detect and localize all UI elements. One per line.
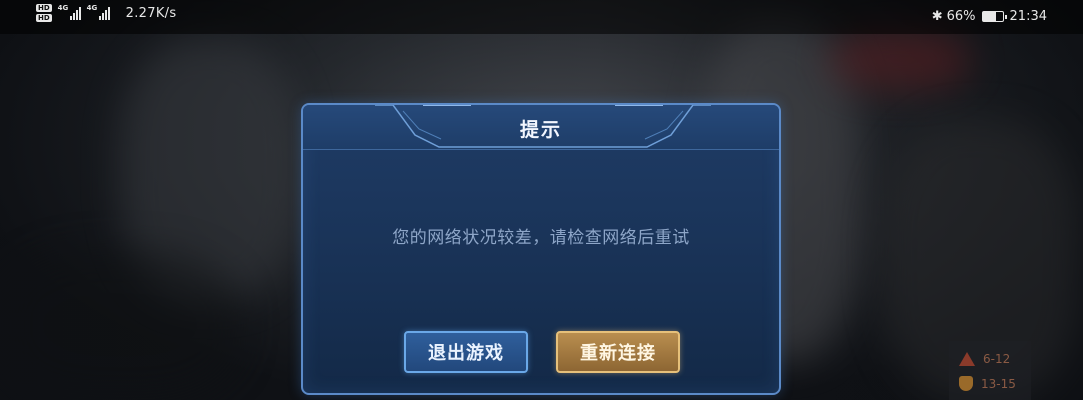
signal-icon: 4G (57, 4, 81, 20)
game-screen: HD HD 4G 4G 2.27K/s ✱ 66% 21:34 提示 您的网络状… (0, 0, 1083, 400)
status-bar: HD HD 4G 4G 2.27K/s ✱ 66% 21:34 (0, 0, 1083, 34)
rank-panel: 6-12 13-15 (949, 341, 1031, 400)
rank-range: 6-12 (983, 352, 1011, 366)
hd-badge: HD (36, 4, 52, 12)
reconnect-button[interactable]: 重新连接 (556, 331, 680, 373)
background-blur (0, 250, 240, 400)
battery-fill (982, 12, 996, 21)
status-bar-left: HD HD 4G 4G 2.27K/s (36, 4, 176, 22)
status-bar-right: ✱ 66% 21:34 (932, 9, 1047, 24)
hd-badges: HD HD (36, 4, 52, 22)
bluetooth-icon: ✱ (931, 9, 943, 24)
rank-range: 13-15 (981, 376, 1016, 391)
network-speed: 2.27K/s (125, 5, 177, 21)
network-error-dialog: 提示 您的网络状况较差，请检查网络后重试 退出游戏 重新连接 (301, 103, 781, 395)
dialog-header: 提示 (303, 105, 779, 150)
signal-label: 4G (57, 4, 69, 12)
dialog-message: 您的网络状况较差，请检查网络后重试 (392, 228, 690, 248)
shield-icon (959, 376, 973, 391)
background-blur (830, 30, 970, 90)
clock: 21:34 (1009, 9, 1047, 24)
hd-badge: HD (36, 14, 52, 22)
signal-icon: 4G (86, 4, 110, 20)
exit-game-button[interactable]: 退出游戏 (404, 331, 528, 373)
rank-row: 6-12 (959, 352, 1010, 366)
rank-row: 13-15 (959, 376, 1016, 391)
dialog-title: 提示 (519, 119, 562, 141)
battery-icon (981, 11, 1007, 22)
signal-label: 4G (86, 4, 98, 12)
battery-percent: 66% (946, 9, 976, 24)
warning-icon (959, 352, 975, 366)
